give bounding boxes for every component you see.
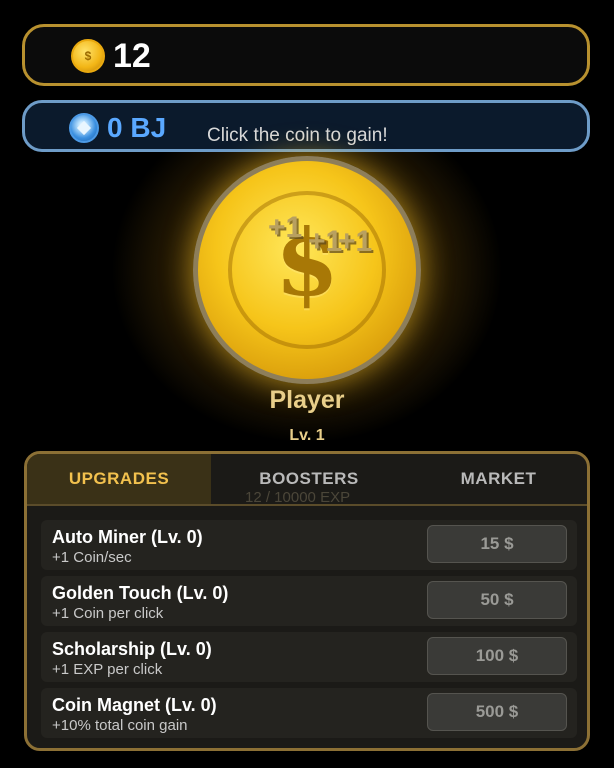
gold-coin-icon: $	[71, 39, 105, 73]
upgrade-description: +1 Coin/sec	[52, 549, 132, 566]
shop-tabs: UPGRADES BOOSTERS MARKET 12 / 10000 EXP	[27, 454, 587, 506]
tab-market[interactable]: MARKET	[407, 454, 587, 504]
upgrade-row-golden-touch: Golden Touch (Lv. 0) +1 Coin per click 5…	[41, 576, 577, 626]
player-name: Player	[269, 386, 345, 414]
upgrade-row-coin-magnet: Coin Magnet (Lv. 0) +10% total coin gain…	[41, 688, 577, 738]
coin-balance-bar: $ 12	[22, 24, 590, 86]
tab-upgrades[interactable]: UPGRADES	[27, 454, 211, 504]
buy-auto-miner-button[interactable]: 15 $	[427, 525, 567, 563]
upgrade-title: Golden Touch (Lv. 0)	[52, 583, 229, 603]
exp-progress-text: 12 / 10000 EXP	[245, 489, 351, 506]
upgrade-description: +10% total coin gain	[52, 717, 188, 734]
blue-gem-icon	[69, 113, 99, 143]
upgrade-row-scholarship: Scholarship (Lv. 0) +1 EXP per click 100…	[41, 632, 577, 682]
buy-scholarship-button[interactable]: 100 $	[427, 637, 567, 675]
floating-gain-text: +1	[268, 211, 303, 244]
bj-balance-bar: 0 BJ Click the coin to gain!	[22, 100, 590, 152]
clicker-coin-button[interactable]: $ +1 +1 +1	[193, 156, 421, 384]
floating-gain-text: +1	[338, 225, 373, 258]
player-level: Lv. 1	[289, 427, 325, 444]
click-hint: Click the coin to gain!	[207, 125, 388, 146]
bj-amount: 0 BJ	[107, 112, 167, 143]
upgrade-row-auto-miner: Auto Miner (Lv. 0) +1 Coin/sec 15 $	[41, 520, 577, 570]
upgrade-description: +1 EXP per click	[52, 661, 163, 678]
coin-amount: 12	[113, 37, 151, 75]
buy-golden-touch-button[interactable]: 50 $	[427, 581, 567, 619]
upgrade-title: Coin Magnet (Lv. 0)	[52, 695, 217, 715]
upgrade-title: Auto Miner (Lv. 0)	[52, 527, 203, 547]
buy-coin-magnet-button[interactable]: 500 $	[427, 693, 567, 731]
upgrade-title: Scholarship (Lv. 0)	[52, 639, 212, 659]
shop-panel: UPGRADES BOOSTERS MARKET 12 / 10000 EXP …	[24, 451, 590, 751]
upgrade-description: +1 Coin per click	[52, 605, 164, 622]
dollar-sign-icon: $	[274, 209, 339, 317]
